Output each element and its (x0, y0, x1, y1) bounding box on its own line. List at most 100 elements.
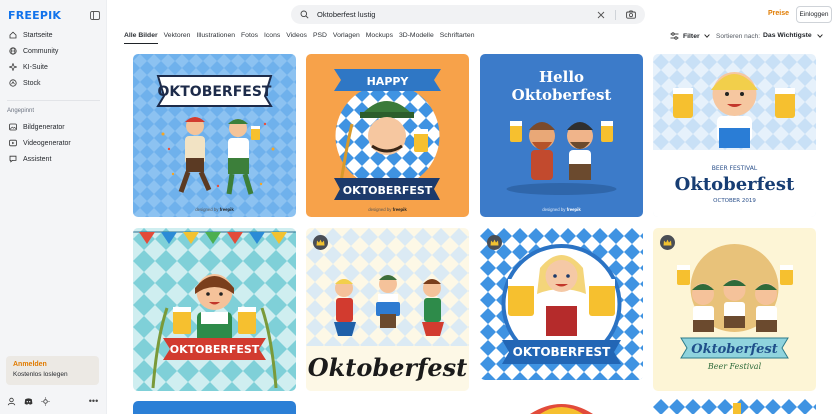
premium-badge (487, 235, 502, 250)
sidebar-item-label: KI-Suite (23, 63, 48, 71)
card-title: OKTOBERFEST (343, 184, 433, 197)
sidebar-item-assistent[interactable]: Assistent (0, 151, 107, 167)
chat-icon (9, 155, 17, 163)
image-credit: designed by freepik (480, 207, 643, 212)
card-subtitle: Beer Festival (707, 362, 762, 371)
login-button[interactable]: Einloggen (796, 6, 832, 23)
sliders-icon (670, 32, 679, 40)
sidebar: FREEPIK Startseite Community KI-Suite St… (0, 0, 107, 414)
happy-oktoberfest-illustration: HAPPY OKTOBERFEST (306, 54, 469, 217)
card-title: OKTOBERFEST (513, 345, 612, 359)
result-card-happy-oktoberfest[interactable]: HAPPY OKTOBERFEST designed by freepik (306, 54, 469, 217)
freepik-logo[interactable]: FREEPIK (8, 9, 61, 22)
chevron-down-icon (816, 33, 823, 38)
tab-fotos[interactable]: Fotos (241, 32, 258, 44)
card-subtitle: BEER FESTIVAL (712, 165, 758, 172)
sidebar-item-label: Assistent (23, 155, 52, 163)
sort-dropdown[interactable]: Das Wichtigste (763, 32, 823, 39)
sidebar-item-label: Bildgenerator (23, 123, 65, 131)
tab-illustrationen[interactable]: Illustrationen (196, 32, 235, 44)
sort-value: Das Wichtigste (763, 32, 812, 39)
login-link[interactable]: Anmelden (13, 361, 92, 368)
image-credit: designed by freepik (133, 207, 296, 212)
tab-mockups[interactable]: Mockups (366, 32, 393, 44)
tab-vorlagen[interactable]: Vorlagen (333, 32, 360, 44)
beer-festival-illustration: BEER FESTIVAL Oktoberfest OCTOBER 2019 (653, 54, 816, 217)
home-icon (9, 31, 17, 39)
sidebar-footer: ••• (7, 396, 100, 406)
user-icon[interactable] (7, 397, 16, 406)
clear-search-icon[interactable] (597, 11, 605, 19)
sidebar-item-label: Startseite (23, 31, 53, 39)
card-title: Oktoberfest (675, 174, 795, 195)
tab-vektoren[interactable]: Vektoren (164, 32, 191, 44)
result-card-men-with-beer[interactable]: Oktoberfest Beer Festival (653, 228, 816, 391)
sidebar-item-stock[interactable]: Stock (0, 75, 107, 91)
login-promo-card[interactable]: Anmelden Kostenlos loslegen (6, 356, 99, 385)
sidebar-item-videogenerator[interactable]: Videogenerator (0, 135, 107, 151)
sidebar-collapse-icon[interactable] (90, 10, 100, 20)
sort-label: Sortieren nach: (716, 33, 761, 40)
result-card-beer-festival-2019[interactable]: BEER FESTIVAL Oktoberfest OCTOBER 2019 (653, 54, 816, 217)
video-icon (9, 139, 17, 147)
tab-3d-modelle[interactable]: 3D-Modelle (399, 32, 434, 44)
theme-toggle-icon[interactable] (41, 396, 50, 406)
sidebar-item-ki-suite[interactable]: KI-Suite (0, 59, 107, 75)
sidebar-divider (7, 100, 100, 101)
tab-schriftarten[interactable]: Schriftarten (440, 32, 475, 44)
search-icon[interactable] (300, 10, 309, 19)
card-top-label: HAPPY (367, 75, 410, 88)
men-with-beer-illustration: Oktoberfest Beer Festival (653, 228, 816, 391)
search-separator (615, 9, 616, 20)
result-card-lettering-dancers[interactable]: Oktoberfest (306, 228, 469, 391)
partial-card-art (133, 401, 296, 414)
sidebar-item-label: Community (23, 47, 59, 55)
oktoberfest-lettering-illustration: Oktoberfest (306, 228, 469, 391)
search-input[interactable] (317, 10, 591, 19)
logo-row: FREEPIK (8, 8, 100, 22)
partial-card-art (653, 399, 816, 414)
card-title: OKTOBERFEST (170, 343, 260, 356)
tab-psd[interactable]: PSD (313, 32, 327, 44)
crown-icon (490, 239, 499, 246)
card-title: OKTOBERFEST (158, 84, 272, 100)
camera-search-icon[interactable] (626, 10, 636, 19)
sidebar-item-community[interactable]: Community (0, 43, 107, 59)
card-date: OCTOBER 2019 (713, 198, 756, 204)
result-card-partial-2[interactable] (480, 392, 643, 414)
sidebar-item-startseite[interactable]: Startseite (0, 27, 107, 43)
sidebar-item-bildgenerator[interactable]: Bildgenerator (0, 119, 107, 135)
result-card-partial-1[interactable] (133, 401, 296, 414)
tab-alle-bilder[interactable]: Alle Bilder (124, 32, 158, 44)
globe-icon (9, 47, 17, 55)
card-title: Oktoberfest (691, 342, 777, 357)
sidebar-item-label: Videogenerator (23, 139, 71, 147)
tab-icons[interactable]: Icons (264, 32, 280, 44)
stock-icon (9, 79, 17, 87)
result-card-dancing-couple[interactable]: OKTOBERFEST designed by freepik (133, 54, 296, 217)
tab-videos[interactable]: Videos (286, 32, 307, 44)
filter-button[interactable]: Filter (670, 32, 714, 40)
premium-badge (313, 235, 328, 250)
image-credit: designed by freepik (306, 207, 469, 212)
result-card-hello-oktoberfest[interactable]: Hello Oktoberfest designed by freepik (480, 54, 643, 217)
login-subtitle: Kostenlos loslegen (13, 371, 68, 378)
result-card-partial-3[interactable] (653, 399, 816, 414)
credit-prefix: designed by (368, 207, 392, 212)
result-card-girl-with-beer[interactable]: OKTOBERFEST (133, 228, 296, 391)
pricing-link[interactable]: Preise (768, 10, 789, 17)
dancing-couple-illustration: OKTOBERFEST (133, 54, 296, 217)
crown-icon (316, 239, 325, 246)
discord-icon[interactable] (24, 397, 33, 406)
girl-with-beer-illustration: OKTOBERFEST (133, 228, 296, 391)
credit-brand: freepik (219, 207, 234, 212)
sidebar-main-nav: Startseite Community KI-Suite Stock (0, 27, 107, 91)
chevron-down-icon (703, 34, 710, 38)
more-options-icon[interactable]: ••• (89, 396, 98, 406)
hello-oktoberfest-illustration: Hello Oktoberfest (480, 54, 643, 217)
premium-badge (660, 235, 675, 250)
credit-prefix: designed by (542, 207, 566, 212)
result-card-blonde-girl-beer[interactable]: OKTOBERFEST (480, 228, 643, 380)
sidebar-item-label: Stock (23, 79, 41, 87)
sidebar-pinned-nav: Bildgenerator Videogenerator Assistent (0, 119, 107, 167)
